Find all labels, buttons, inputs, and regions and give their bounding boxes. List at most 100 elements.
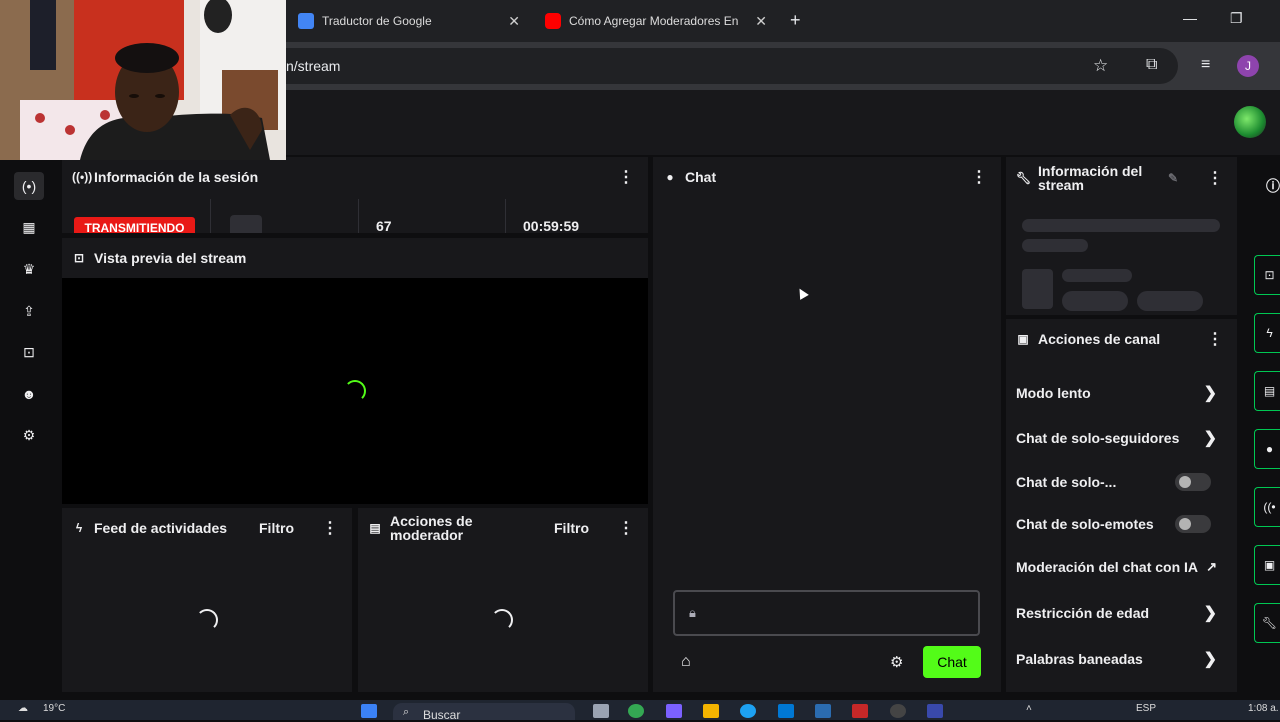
copilot-icon[interactable] bbox=[666, 704, 682, 718]
preview-icon[interactable]: ⊡ bbox=[14, 338, 44, 366]
skeleton-tag bbox=[1062, 291, 1128, 311]
more-options-icon[interactable]: ⋮ bbox=[1207, 329, 1223, 349]
store-icon[interactable]: ⌂ bbox=[681, 653, 691, 671]
quick-action-broadcast-icon[interactable]: ((• bbox=[1254, 487, 1280, 527]
action-ai-moderation[interactable]: Moderación del chat con IA ↗ bbox=[1016, 552, 1225, 582]
chat-send-button[interactable]: Chat bbox=[923, 646, 981, 678]
community-icon[interactable]: ☻ bbox=[14, 380, 44, 408]
weather-temp: 19°C bbox=[43, 703, 66, 714]
close-tab-icon[interactable]: ✕ bbox=[755, 13, 767, 30]
stream-manager-icon[interactable]: (•) bbox=[14, 172, 44, 200]
chat-panel: ● Chat ⋮ 🔒︎ ⌂ ⚙ Chat bbox=[653, 157, 1001, 692]
tab-google-translate[interactable]: Traductor de Google ✕ bbox=[298, 6, 520, 36]
stream-preview-panel: ⊡ Vista previa del stream bbox=[62, 238, 648, 504]
task-view-icon[interactable] bbox=[593, 704, 609, 718]
panel-title: Información de la sesión bbox=[94, 169, 259, 185]
info-icon[interactable]: ⓘ bbox=[1266, 176, 1280, 196]
tray-chevron-icon[interactable]: ˄ bbox=[1026, 703, 1032, 714]
google-translate-icon bbox=[298, 13, 314, 29]
wrench-icon: 🔧︎ bbox=[1016, 171, 1032, 185]
action-banned-words[interactable]: Palabras baneadas ❯ bbox=[1016, 644, 1225, 674]
analytics-icon[interactable]: ▦ bbox=[14, 213, 44, 241]
stream-info-panel: 🔧︎ Información del stream ✎ ⋮ bbox=[1006, 157, 1237, 315]
language-indicator[interactable]: ESP bbox=[1136, 703, 1156, 714]
upload-icon[interactable]: ⇪ bbox=[14, 297, 44, 325]
extensions-icon[interactable]: ⧉ bbox=[1146, 56, 1157, 74]
filter-button[interactable]: Filtro bbox=[554, 520, 589, 536]
panel-header: ϟ Feed de actividades Filtro ⋮ bbox=[62, 508, 352, 548]
action-label: Moderación del chat con IA bbox=[1016, 559, 1199, 575]
filter-button[interactable]: Filtro bbox=[259, 520, 294, 536]
stat-placeholder bbox=[230, 215, 262, 233]
quick-action-chat-icon[interactable]: ● bbox=[1254, 429, 1280, 469]
loading-spinner bbox=[491, 609, 513, 631]
more-options-icon[interactable]: ⋮ bbox=[971, 167, 987, 187]
panel-header: ▤ Acciones de moderador Filtro ⋮ bbox=[358, 508, 648, 548]
quick-action-lightning-icon[interactable]: ϟ bbox=[1254, 313, 1280, 353]
app-icon[interactable] bbox=[927, 704, 943, 718]
live-status-badge: TRANSMITIENDO bbox=[74, 217, 195, 233]
store-app-icon[interactable] bbox=[778, 704, 794, 718]
action-label: Chat de solo-... bbox=[1016, 474, 1117, 490]
action-followers-only[interactable]: Chat de solo-seguidores ❯ bbox=[1016, 423, 1225, 453]
close-tab-icon[interactable]: ✕ bbox=[508, 13, 520, 30]
clock[interactable]: 1:08 a. bbox=[1248, 703, 1279, 714]
activity-feed-panel: ϟ Feed de actividades Filtro ⋮ bbox=[62, 508, 352, 692]
session-info-panel: ((•)) Información de la sesión ⋮ TRANSMI… bbox=[62, 157, 648, 234]
action-label: Palabras baneadas bbox=[1016, 651, 1143, 667]
panel-title: Información del stream bbox=[1038, 163, 1143, 193]
lock-icon: 🔒︎ bbox=[689, 605, 696, 620]
action-slow-mode[interactable]: Modo lento ❯ bbox=[1016, 378, 1225, 408]
file-explorer-icon[interactable] bbox=[703, 704, 719, 718]
more-options-icon[interactable]: ⋮ bbox=[618, 518, 634, 538]
taskbar-search[interactable]: ⌕ Buscar bbox=[393, 703, 575, 722]
edge-icon[interactable] bbox=[740, 704, 756, 718]
mail-icon[interactable] bbox=[852, 704, 868, 718]
restore-icon[interactable]: ❐ bbox=[1230, 10, 1243, 27]
tab-title: Traductor de Google bbox=[322, 14, 432, 28]
tab-youtube[interactable]: Cómo Agregar Moderadores En K ✕ bbox=[545, 6, 767, 36]
achievements-icon[interactable]: ♛ bbox=[14, 255, 44, 283]
action-subs-only[interactable]: Chat de solo-... bbox=[1016, 467, 1225, 497]
quick-action-wrench-icon[interactable]: 🔧︎ bbox=[1254, 603, 1280, 643]
action-age-restriction[interactable]: Restricción de edad ❯ bbox=[1016, 598, 1225, 628]
tab-title: Cómo Agregar Moderadores En K bbox=[569, 14, 741, 28]
youtube-icon bbox=[545, 13, 561, 29]
bookmark-star-icon[interactable]: ☆ bbox=[1093, 56, 1108, 76]
github-icon[interactable] bbox=[890, 704, 906, 718]
divider bbox=[210, 199, 211, 233]
minimize-icon[interactable]: — bbox=[1183, 10, 1197, 26]
divider bbox=[505, 199, 506, 233]
chevron-right-icon: ❯ bbox=[1203, 430, 1217, 447]
mouse-cursor bbox=[795, 286, 809, 300]
action-emotes-only[interactable]: Chat de solo-emotes bbox=[1016, 509, 1225, 539]
more-options-icon[interactable]: ⋮ bbox=[618, 167, 634, 187]
quick-action-channel-icon[interactable]: ▣ bbox=[1254, 545, 1280, 585]
more-options-icon[interactable]: ⋮ bbox=[1207, 168, 1223, 188]
media-control-icon[interactable]: ≡ bbox=[1201, 56, 1210, 74]
panel-title: Acciones de canal bbox=[1038, 331, 1161, 347]
divider bbox=[358, 199, 359, 233]
quick-action-document-icon[interactable]: ▤ bbox=[1254, 371, 1280, 411]
windows-start-icon[interactable] bbox=[361, 704, 377, 718]
action-label: Modo lento bbox=[1016, 385, 1091, 401]
profile-avatar[interactable]: J bbox=[1237, 55, 1259, 77]
chrome-icon[interactable] bbox=[628, 704, 644, 718]
chevron-right-icon: ❯ bbox=[1203, 651, 1217, 668]
settings-gear-icon[interactable]: ⚙ bbox=[14, 421, 44, 449]
user-avatar[interactable] bbox=[1234, 106, 1266, 138]
subs-only-toggle[interactable] bbox=[1175, 473, 1211, 491]
channel-icon: ▣ bbox=[1017, 332, 1029, 346]
chat-bubble-icon: ● bbox=[666, 170, 674, 184]
edit-pencil-icon[interactable]: ✎ bbox=[1168, 171, 1178, 185]
quick-action-preview-icon[interactable]: ⊡ bbox=[1254, 255, 1280, 295]
loading-spinner bbox=[344, 380, 366, 402]
chat-settings-icon[interactable]: ⚙ bbox=[890, 653, 903, 671]
emotes-only-toggle[interactable] bbox=[1175, 515, 1211, 533]
more-options-icon[interactable]: ⋮ bbox=[322, 518, 338, 538]
vscode-icon[interactable] bbox=[815, 704, 831, 718]
new-tab-button[interactable]: + bbox=[790, 10, 801, 31]
panel-title: Chat bbox=[685, 169, 717, 185]
chat-input[interactable]: 🔒︎ bbox=[673, 590, 980, 636]
left-sidebar: (•) ▦ ♛ ⇪ ⊡ ☻ ⚙ bbox=[0, 157, 58, 700]
